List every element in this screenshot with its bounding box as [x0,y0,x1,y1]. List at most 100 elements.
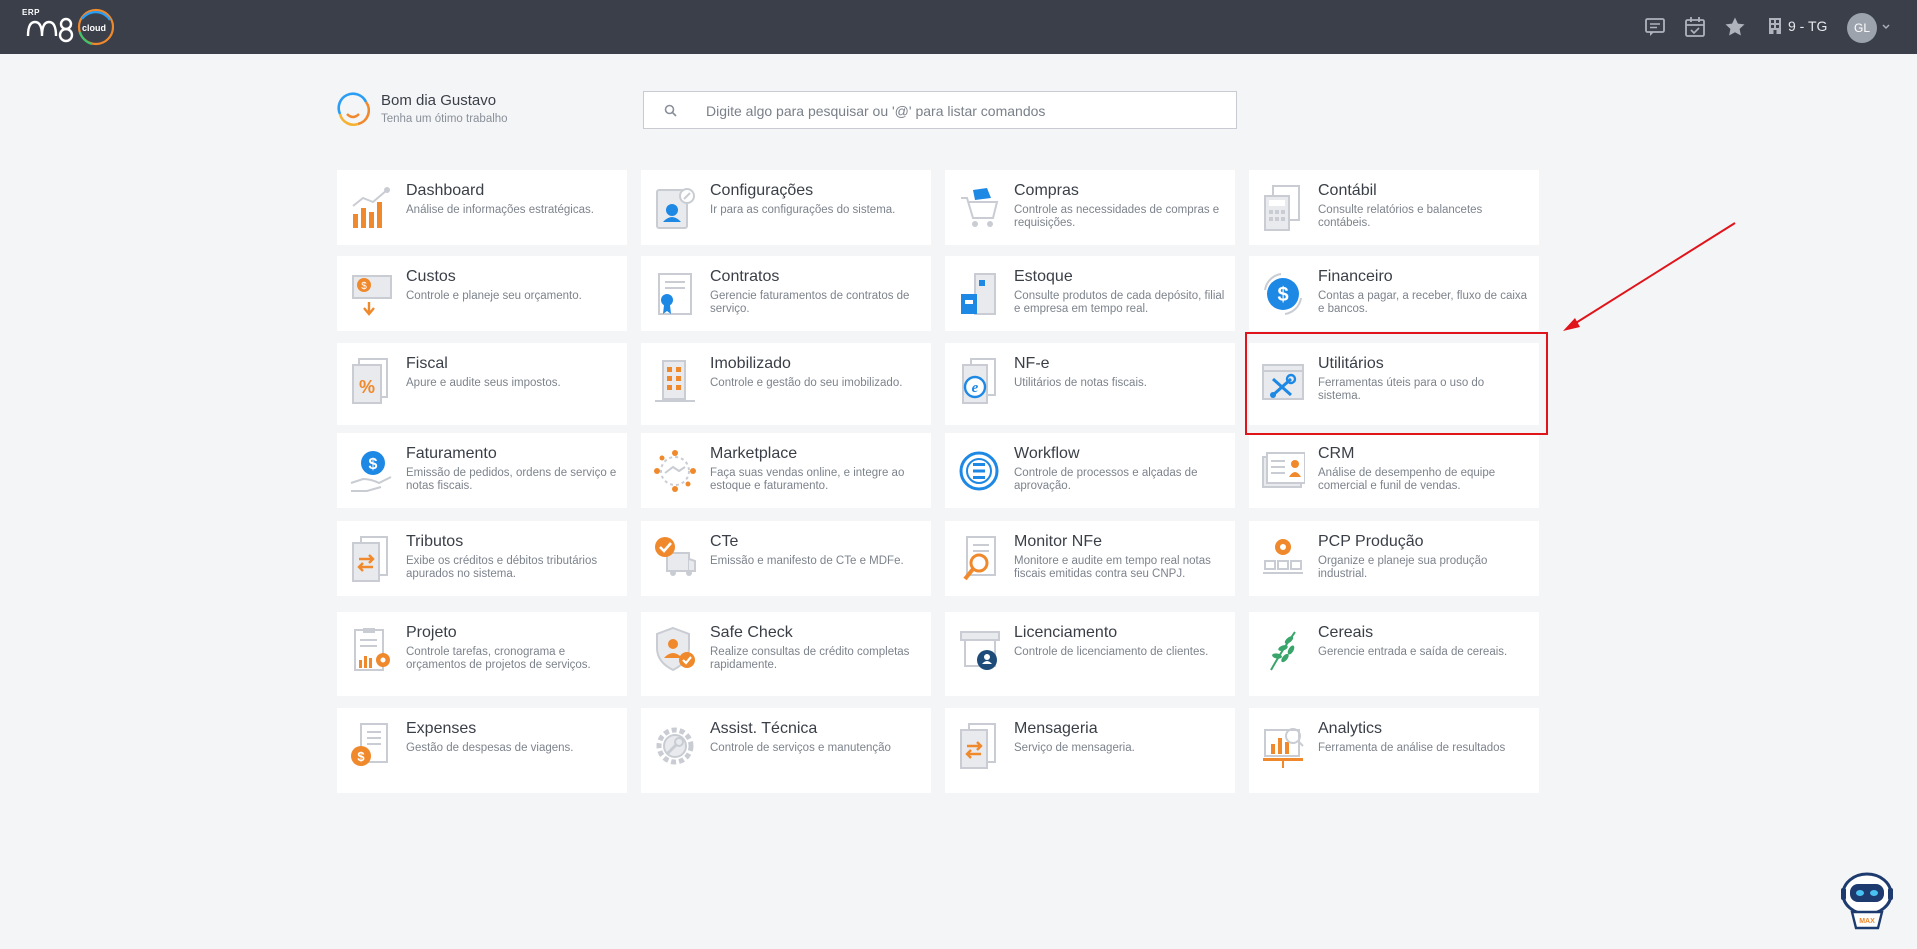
smile-logo-icon [337,92,370,126]
module-card-nf-e[interactable]: e NF-e Utilitários de notas fiscais. [945,343,1235,425]
production-icon [1263,539,1303,574]
module-card-cte[interactable]: CTe Emissão e manifesto de CTe e MDFe. [641,521,931,596]
company-label: 9 - TG [1788,18,1828,34]
module-card-marketplace[interactable]: Marketplace Faça suas vendas online, e in… [641,433,931,508]
module-card-custos[interactable]: $ Custos Controle e planeje seu orçamento. [337,256,627,331]
module-description: Controle tarefas, cronograma e orçamento… [406,646,591,671]
module-description: Ferramentas úteis para o uso do sistema. [1318,377,1485,402]
module-card-contratos[interactable]: Contratos Gerencie faturamentos de contra… [641,256,931,331]
module-title: Contratos [710,268,780,285]
svg-text:$: $ [357,749,365,764]
m8-cloud-logo[interactable]: ERP cloud [22,6,114,48]
greeting-title: Bom dia Gustavo [381,92,497,109]
module-title: Monitor NFe [1014,533,1103,550]
module-title: Utilitários [1318,355,1384,372]
module-card-pcp-producao[interactable]: PCP Produção Organize e planeje sua produ… [1249,521,1539,596]
module-description: Gestão de despesas de viagens. [406,742,574,754]
module-description: Consulte produtos de cada depósito, fili… [1014,290,1225,315]
module-card-safe-check[interactable]: Safe Check Realize consultas de crédito c… [641,612,931,696]
greeting-subtitle: Tenha um ótimo trabalho [381,113,508,125]
svg-text:%: % [359,377,375,397]
tools-icon [1262,364,1304,400]
money-icon: $ [1264,273,1302,315]
module-card-analytics[interactable]: Analytics Ferramenta de análise de result… [1249,708,1539,793]
module-description: Ir para as configurações do sistema. [710,204,896,216]
crm-icon [1262,452,1305,488]
module-title: Estoque [1014,268,1073,285]
module-title: Configurações [710,182,814,199]
shield-icon [656,626,695,672]
module-title: Custos [406,268,456,285]
module-title: Marketplace [710,445,798,462]
user-avatar[interactable]: GL [1847,13,1877,43]
module-title: Projeto [406,624,457,641]
module-title: Expenses [406,720,477,737]
billing-icon: $ [350,451,392,492]
module-title: Compras [1014,182,1079,199]
module-description: Organize e planeje sua produção industri… [1318,555,1488,580]
module-description: Controle de licenciamento de clientes. [1014,646,1209,658]
analytics-icon [1263,728,1304,768]
calendar-icon[interactable] [1684,16,1706,38]
module-card-monitor-nfe[interactable]: Monitor NFe Monitore e audite em tempo re… [945,521,1235,596]
taxes-icon [352,536,388,582]
star-icon[interactable] [1724,16,1746,38]
module-title: Licenciamento [1014,624,1118,641]
chat-icon[interactable] [1644,16,1666,38]
search-box[interactable] [643,91,1237,129]
module-card-financeiro[interactable]: $ Financeiro Contas a pagar, a receber, fl… [1249,256,1539,331]
module-card-compras[interactable]: Compras Controle as necessidades de compr… [945,170,1235,245]
module-card-tributos[interactable]: Tributos Exibe os créditos e débitos trib… [337,521,627,596]
module-description: Faça suas vendas online, e integre ao es… [710,467,905,492]
module-card-licenciamento[interactable]: Licenciamento Controle de licenciamento d… [945,612,1235,696]
module-title: Workflow [1014,445,1080,462]
warehouse-icon [961,273,996,315]
module-title: Dashboard [406,182,485,199]
expenses-icon: $ [351,723,388,766]
cart-icon [961,188,999,227]
module-card-utilitarios[interactable]: Utilitários Ferramentas úteis para o uso … [1249,343,1539,425]
gear-icon [656,727,694,765]
max-assistant-robot[interactable]: MAX [1838,868,1896,930]
percent-icon: % [352,358,388,404]
module-title: Contábil [1318,182,1377,199]
module-card-faturamento[interactable]: $ Faturamento Emissão de pedidos, ordens d… [337,433,627,508]
module-description: Ferramenta de análise de resultados [1318,742,1506,754]
module-card-projeto[interactable]: Projeto Controle tarefas, cronograma e or… [337,612,627,696]
building-icon [655,360,695,402]
module-card-fiscal[interactable]: % Fiscal Apure e audite seus impostos. [337,343,627,425]
module-title: NF-e [1014,355,1050,372]
module-description: Controle e gestão do seu imobilizado. [710,377,903,389]
chevron-down-icon[interactable] [1881,20,1891,34]
module-description: Análise de desempenho de equipe comercia… [1318,467,1496,492]
module-description: Análise de informações estratégicas. [406,204,594,216]
module-card-workflow[interactable]: Workflow Controle de processos e alçadas … [945,433,1235,508]
costs-icon: $ [352,275,392,316]
plant-icon [1270,631,1296,671]
module-card-cereais[interactable]: Cereais Gerencie entrada e saída de cerea… [1249,612,1539,696]
module-card-imobilizado[interactable]: Imobilizado Controle e gestão do seu imob… [641,343,931,425]
module-card-expenses[interactable]: $ Expenses Gestão de despesas de viagens. [337,708,627,793]
module-card-contabil[interactable]: Contábil Consulte relatórios e balancetes… [1249,170,1539,245]
module-card-configuracoes[interactable]: Configurações Ir para as configurações do… [641,170,931,245]
module-title: Safe Check [710,624,793,641]
contract-icon [658,273,692,315]
module-card-dashboard[interactable]: Dashboard Análise de informações estratég… [337,170,627,245]
search-input[interactable] [706,100,1226,122]
module-description: Gerencie entrada e saída de cereais. [1318,646,1508,658]
module-card-estoque[interactable]: Estoque Consulte produtos de cada depósit… [945,256,1235,331]
module-title: Mensageria [1014,720,1098,737]
annotation-arrow [1563,222,1736,331]
module-description: Controle as necessidades de compras e re… [1014,204,1220,229]
module-card-assist-tecnica[interactable]: Assist. Técnica Controle de serviços e ma… [641,708,931,793]
calculator-icon [1264,185,1300,231]
magnifier-icon [963,536,996,581]
building-icon [1769,18,1781,34]
module-card-mensageria[interactable]: Mensageria Serviço de mensageria. [945,708,1235,793]
module-description: Serviço de mensageria. [1014,742,1135,754]
module-card-crm[interactable]: CRM Análise de desempenho de equipe comer… [1249,433,1539,508]
logo-cloud-label: cloud [82,23,106,33]
company-selector[interactable]: 9 - TG [1768,15,1827,37]
settings-icon [656,188,695,229]
chart-icon [352,187,390,228]
